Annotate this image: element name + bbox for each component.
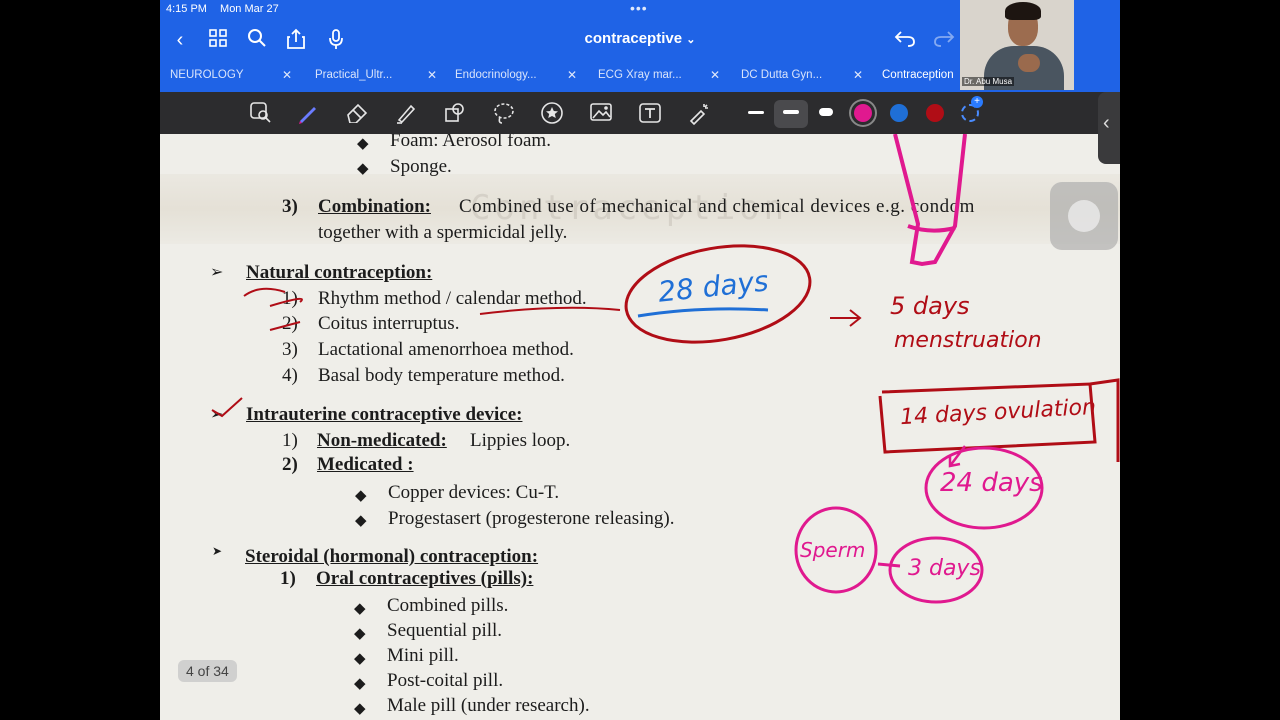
presenter-name: Dr. Abu Musa: [962, 77, 1015, 86]
text-icon[interactable]: [638, 101, 662, 125]
ink-stroke: [269, 321, 301, 331]
tab-label[interactable]: ECG Xray mar...: [598, 69, 682, 81]
ink-stroke: [830, 309, 862, 327]
tab-label[interactable]: Endocrinology...: [455, 69, 537, 81]
stroke-medium-selected[interactable]: [774, 100, 808, 128]
color-red-swatch[interactable]: [926, 104, 944, 122]
stroke-thick-option[interactable]: [819, 108, 833, 116]
pen-icon[interactable]: [296, 101, 320, 125]
stroke-thin-option[interactable]: [748, 111, 764, 114]
color-magenta-swatch[interactable]: [854, 104, 872, 122]
highlighter-icon[interactable]: [394, 101, 418, 125]
stroke-medium-option[interactable]: [783, 110, 799, 114]
add-color-icon[interactable]: +: [961, 96, 983, 122]
tab-label[interactable]: Practical_Ultr...: [315, 69, 392, 81]
assistive-touch-icon[interactable]: [1068, 200, 1100, 232]
ink-stroke: [243, 287, 286, 297]
tab-endocrinology[interactable]: Endocrinology... ✕: [445, 64, 585, 90]
image-icon[interactable]: [589, 101, 613, 125]
ink-stroke: [479, 306, 621, 315]
status-bar: 4:15 PM Mon Mar 27: [166, 3, 289, 15]
pdf-page[interactable]: Contraception ◆ Foam: Aerosol foam. ◆ Sp…: [160, 134, 1120, 720]
assistive-touch-button[interactable]: [1050, 182, 1118, 250]
presenter-hair: [1005, 2, 1041, 20]
chevron-left-icon[interactable]: ‹: [1103, 112, 1110, 135]
ink-stroke: [637, 307, 769, 318]
notes-app: 4:15 PM Mon Mar 27 ••• ‹ contraceptive ⌄: [160, 0, 1120, 720]
lasso-icon[interactable]: [492, 101, 516, 125]
ink-stroke: [907, 224, 956, 233]
close-tab-icon[interactable]: ✕: [282, 68, 292, 82]
sidebar-toggle[interactable]: ‹: [1098, 92, 1120, 164]
shapes-icon[interactable]: [443, 101, 467, 125]
presenter-video: Dr. Abu Musa: [960, 0, 1074, 90]
tab-practical-ultrasound[interactable]: Practical_Ultr... ✕: [305, 64, 445, 90]
undo-icon[interactable]: [893, 28, 917, 52]
ink-stroke: [893, 134, 967, 267]
tab-label[interactable]: Contraception: [882, 69, 954, 81]
eraser-icon[interactable]: [345, 101, 369, 125]
lasso-zoom-icon[interactable]: [248, 101, 272, 125]
tab-dc-dutta[interactable]: DC Dutta Gyn... ✕: [731, 64, 871, 90]
note-5-days: 5 days: [890, 292, 970, 320]
page-indicator: 4 of 34: [178, 660, 237, 682]
document-title-label[interactable]: contraceptive: [585, 30, 683, 47]
tab-ecg-xray[interactable]: ECG Xray mar... ✕: [588, 64, 728, 90]
tab-label[interactable]: NEUROLOGY: [170, 69, 244, 81]
close-tab-icon[interactable]: ✕: [567, 68, 577, 82]
presenter-hand: [1018, 54, 1040, 72]
ink-annotations: [211, 134, 1120, 604]
note-24-days: 24 days: [940, 468, 1043, 498]
multitasking-dots-icon[interactable]: •••: [630, 0, 648, 16]
color-blue-swatch[interactable]: [890, 104, 908, 122]
note-sperm: Sperm: [800, 538, 866, 562]
note-3-days: 3 days: [908, 556, 981, 581]
close-tab-icon[interactable]: ✕: [710, 68, 720, 82]
tab-label[interactable]: DC Dutta Gyn...: [741, 69, 822, 81]
title-chevron-down-icon[interactable]: ⌄: [686, 34, 695, 46]
close-tab-icon[interactable]: ✕: [427, 68, 437, 82]
tab-neurology[interactable]: NEUROLOGY ✕: [160, 64, 300, 90]
close-tab-icon[interactable]: ✕: [853, 68, 863, 82]
status-time: 4:15 PM: [166, 3, 207, 15]
note-menstruation: menstruation: [894, 328, 1042, 353]
redo-icon[interactable]: [932, 28, 956, 52]
laser-pointer-icon[interactable]: [687, 101, 711, 126]
status-date: Mon Mar 27: [220, 3, 279, 15]
drawing-toolbar: +: [160, 92, 1120, 134]
ink-stroke: [877, 562, 901, 568]
sticker-icon[interactable]: [540, 101, 564, 125]
ink-stroke: [211, 397, 243, 418]
ink-stroke: [269, 297, 303, 307]
